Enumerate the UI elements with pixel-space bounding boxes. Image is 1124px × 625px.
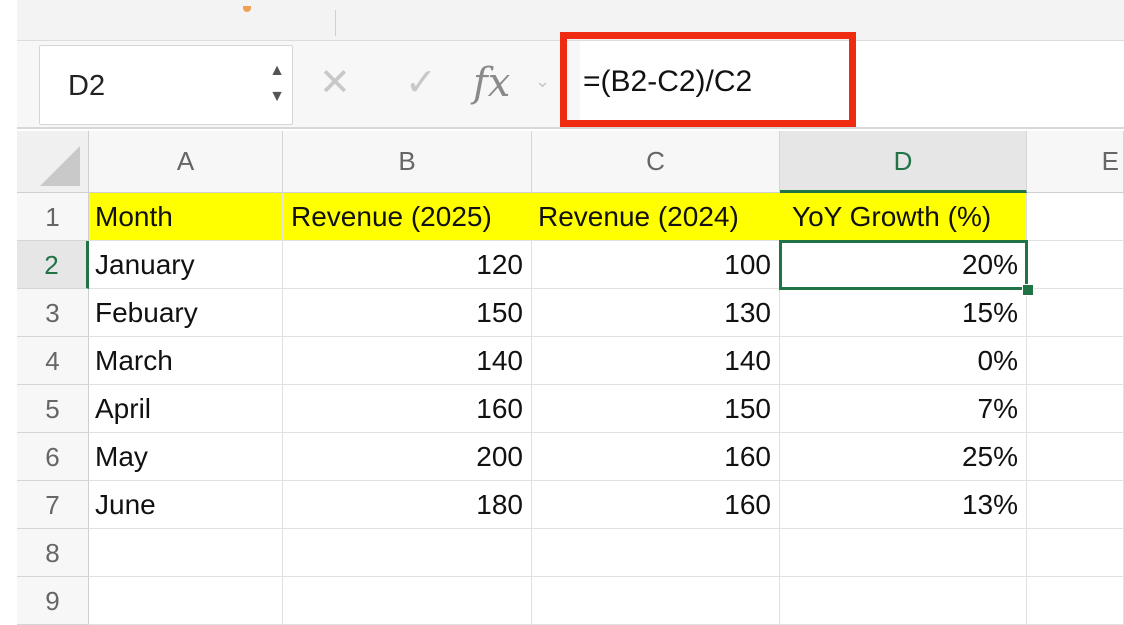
- row-header-1[interactable]: 1: [17, 193, 89, 241]
- row-header-7[interactable]: 7: [17, 481, 89, 529]
- cell-a1[interactable]: Month: [89, 193, 283, 241]
- cell-e5[interactable]: [1027, 385, 1124, 433]
- cell-a4[interactable]: March: [89, 337, 283, 385]
- window-edge: [0, 0, 17, 624]
- name-box-stepper[interactable]: ▲ ▼: [268, 58, 286, 110]
- cell-d1[interactable]: YoY Growth (%): [780, 193, 1027, 241]
- cell-e7[interactable]: [1027, 481, 1124, 529]
- row-header-4[interactable]: 4: [17, 337, 89, 385]
- cell-b9[interactable]: [283, 577, 532, 625]
- cell-e2[interactable]: [1027, 241, 1124, 289]
- cell-a3[interactable]: Febuary: [89, 289, 283, 337]
- name-box-value[interactable]: D2: [68, 70, 105, 103]
- column-header-a[interactable]: A: [89, 131, 283, 193]
- cell-c3[interactable]: 130: [532, 289, 780, 337]
- cell-a7[interactable]: June: [89, 481, 283, 529]
- stepper-up-icon[interactable]: ▲: [268, 58, 286, 84]
- select-all-corner[interactable]: [17, 131, 89, 193]
- row-header-5[interactable]: 5: [17, 385, 89, 433]
- cell-b1[interactable]: Revenue (2025): [283, 193, 532, 241]
- stepper-down-icon[interactable]: ▼: [268, 84, 286, 110]
- cell-b8[interactable]: [283, 529, 532, 577]
- cell-e9[interactable]: [1027, 577, 1124, 625]
- cell-b3[interactable]: 150: [283, 289, 532, 337]
- cell-b4[interactable]: 140: [283, 337, 532, 385]
- column-header-b[interactable]: B: [283, 131, 532, 193]
- cell-e6[interactable]: [1027, 433, 1124, 481]
- cell-d9[interactable]: [780, 577, 1027, 625]
- row-header-9[interactable]: 9: [17, 577, 89, 625]
- cell-d8[interactable]: [780, 529, 1027, 577]
- name-box[interactable]: D2 ▲ ▼: [39, 45, 293, 125]
- cell-e4[interactable]: [1027, 337, 1124, 385]
- row-header-3[interactable]: 3: [17, 289, 89, 337]
- ribbon-icon: [243, 6, 251, 12]
- cell-d3[interactable]: 15%: [780, 289, 1027, 337]
- cell-c5[interactable]: 150: [532, 385, 780, 433]
- ribbon-divider: [335, 10, 336, 36]
- cancel-icon[interactable]: ✕: [319, 63, 351, 103]
- cell-b6[interactable]: 200: [283, 433, 532, 481]
- cell-c7[interactable]: 160: [532, 481, 780, 529]
- cell-c4[interactable]: 140: [532, 337, 780, 385]
- cell-c8[interactable]: [532, 529, 780, 577]
- cell-d4[interactable]: 0%: [780, 337, 1027, 385]
- active-cell-outline: [779, 240, 1028, 290]
- cell-c9[interactable]: [532, 577, 780, 625]
- cell-c2[interactable]: 100: [532, 241, 780, 289]
- column-header-d[interactable]: D: [780, 131, 1027, 193]
- select-all-icon: [40, 146, 80, 186]
- formula-highlight-annotation: [560, 32, 856, 127]
- cell-a8[interactable]: [89, 529, 283, 577]
- row-header-2[interactable]: 2: [17, 241, 89, 289]
- enter-check-icon[interactable]: ✓: [405, 63, 437, 103]
- cell-a5[interactable]: April: [89, 385, 283, 433]
- column-header-c[interactable]: C: [532, 131, 780, 193]
- cell-d5[interactable]: 7%: [780, 385, 1027, 433]
- chevron-down-icon[interactable]: ⌄: [535, 71, 550, 92]
- cell-c6[interactable]: 160: [532, 433, 780, 481]
- row-header-6[interactable]: 6: [17, 433, 89, 481]
- cell-e8[interactable]: [1027, 529, 1124, 577]
- cell-a9[interactable]: [89, 577, 283, 625]
- cell-e3[interactable]: [1027, 289, 1124, 337]
- cell-a6[interactable]: May: [89, 433, 283, 481]
- cell-d6[interactable]: 25%: [780, 433, 1027, 481]
- cell-b7[interactable]: 180: [283, 481, 532, 529]
- fill-handle[interactable]: [1022, 284, 1034, 296]
- cell-b2[interactable]: 120: [283, 241, 532, 289]
- cell-b5[interactable]: 160: [283, 385, 532, 433]
- column-header-e[interactable]: E: [1027, 131, 1124, 193]
- cell-a2[interactable]: January: [89, 241, 283, 289]
- cell-e1[interactable]: [1027, 193, 1124, 241]
- insert-function-icon[interactable]: fx: [473, 63, 510, 103]
- cell-c1[interactable]: Revenue (2024): [532, 193, 780, 241]
- cell-d7[interactable]: 13%: [780, 481, 1027, 529]
- row-header-8[interactable]: 8: [17, 529, 89, 577]
